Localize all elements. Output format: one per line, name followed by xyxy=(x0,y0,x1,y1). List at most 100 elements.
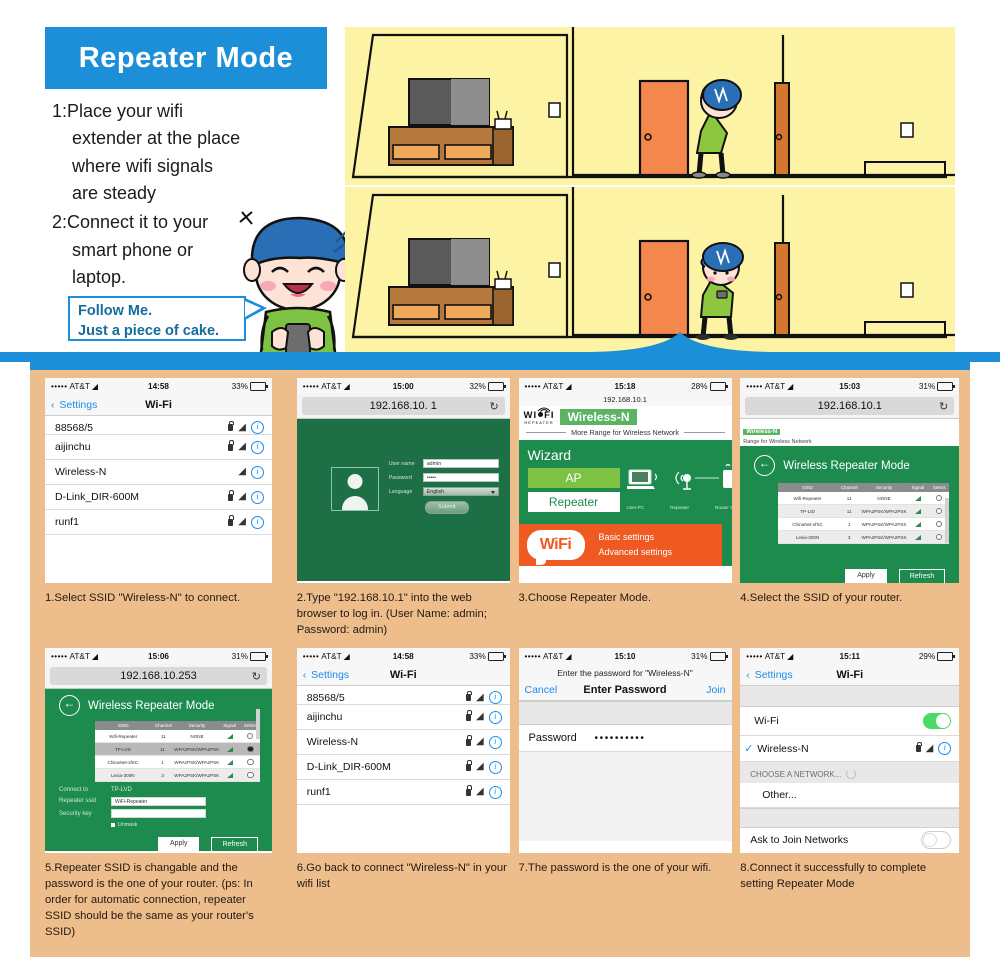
list-item[interactable]: runf1 ◢ i xyxy=(45,510,272,535)
security-key-row: Security key xyxy=(59,809,272,818)
unmask-checkbox-row[interactable]: Unmask xyxy=(111,822,272,828)
password-label: Password xyxy=(528,732,577,744)
table-row[interactable]: ChinaNet-xfSC 1 WPA2PSK/WPA2PSK xyxy=(95,756,260,769)
network-name: runf1 xyxy=(55,516,79,528)
table-row[interactable]: TP-LID 11 WPA2PSK/WPA2PSK xyxy=(778,505,950,518)
language-select[interactable]: English xyxy=(422,487,499,496)
cell-ssid: Lexia-300N xyxy=(111,772,135,778)
table-row[interactable]: Wifi-Repeater 11 NONE xyxy=(778,492,950,505)
browser-url-bar: 192.168.10.1 ↻ xyxy=(740,394,960,419)
info-icon[interactable]: i xyxy=(938,742,952,755)
green-edge-strip xyxy=(721,524,732,566)
unmask-checkbox[interactable] xyxy=(111,822,115,827)
table-row-selected[interactable]: TP-LVD 11 WPA2PSK/WPA2PSK xyxy=(95,743,260,756)
apply-button[interactable]: Apply xyxy=(157,836,200,852)
info-icon[interactable]: i xyxy=(251,515,264,529)
join-button[interactable]: Join xyxy=(706,684,725,696)
info-icon[interactable]: i xyxy=(488,735,502,749)
username-field[interactable]: admin xyxy=(422,459,499,468)
info-icon[interactable]: i xyxy=(488,710,502,724)
password-label: Password xyxy=(388,474,412,481)
advanced-settings-link[interactable]: Advanced settings xyxy=(599,545,673,560)
cell-ssid: ChinaNet-xfSC xyxy=(107,759,139,765)
list-item[interactable]: aijinchu ◢ i xyxy=(45,435,272,460)
battery-icon xyxy=(937,381,956,391)
list-item[interactable]: D-Link_DIR-600M ◢ i xyxy=(45,485,272,510)
info-icon[interactable]: i xyxy=(251,421,264,434)
list-item[interactable]: 88568/5 ◢ i xyxy=(296,686,510,705)
password-field[interactable]: ••••• xyxy=(422,473,499,482)
cell-select[interactable] xyxy=(241,745,260,753)
apply-button[interactable]: Apply xyxy=(845,569,887,583)
connected-network-row[interactable]: ✓ Wireless-N ◢ i xyxy=(740,736,960,762)
cell-select[interactable] xyxy=(241,758,260,766)
phone-screen-4: ••••• AT&T ◢ 15:03 31% 192.168.10.1 ↻ Wi… xyxy=(740,378,960,583)
cell-ssid: TP-LID xyxy=(800,508,815,514)
cell-channel: 11 xyxy=(161,733,166,739)
info-icon[interactable]: i xyxy=(488,691,502,704)
step-caption-3: 3.Choose Repeater Mode. xyxy=(518,592,652,604)
info-icon[interactable]: i xyxy=(488,785,502,799)
ask-to-join-toggle[interactable] xyxy=(921,831,952,849)
reload-icon[interactable]: ↻ xyxy=(252,670,261,683)
reload-icon[interactable]: ↻ xyxy=(490,400,499,413)
url-input[interactable]: 192.168.10.1 ↻ xyxy=(745,397,955,415)
step-1-line-3: where wifi signals xyxy=(72,155,214,176)
page-title: Repeater Mode xyxy=(45,27,327,89)
refresh-button[interactable]: Refresh xyxy=(898,569,946,583)
table-row[interactable]: ChinaNet-xfSC 1 WPA2PSK/WPA2PSK xyxy=(778,518,950,531)
repeater-mode-button[interactable]: Repeater xyxy=(527,492,620,512)
password-input[interactable]: •••••••••• xyxy=(595,733,646,744)
row-icons: ◢ i xyxy=(466,690,502,704)
list-item[interactable]: runf1 ◢ i xyxy=(296,780,510,805)
brand-wifi-text: WI FI xyxy=(523,409,555,421)
nav-bar: ‹ Settings Wi-Fi xyxy=(45,394,272,416)
repeater-ssid-input[interactable]: WiFi-Repeater xyxy=(111,796,206,806)
info-icon[interactable]: i xyxy=(251,490,264,504)
cell-select[interactable] xyxy=(241,771,260,779)
list-item-wireless-n[interactable]: Wireless-N ◢ i xyxy=(296,730,510,755)
list-item-wireless-n[interactable]: Wireless-N ◢ i xyxy=(45,460,272,485)
language-label: Language xyxy=(388,488,413,495)
basic-settings-link[interactable]: Basic settings xyxy=(599,530,673,545)
phone-screen-2: ••••• AT&T ◢ 15:00 32% 192.168.10. 1 ↻ U… xyxy=(296,378,510,583)
table-row[interactable]: Lexia-300N 3 WPA2PSK/WPA2PSK xyxy=(95,769,260,782)
lock-icon xyxy=(466,735,473,746)
wifi-toggle-switch[interactable] xyxy=(923,713,952,729)
table-row[interactable]: Lexia-300N 3 WPA2PSK/WPA2PSK xyxy=(778,531,950,544)
list-item[interactable]: D-Link_DIR-600M ◢ i xyxy=(296,755,510,780)
reload-icon[interactable]: ↻ xyxy=(939,400,948,413)
phone-screen-7: ••••• AT&T ◢ 15:10 31% Enter the passwor… xyxy=(518,648,732,853)
list-item[interactable]: aijinchu ◢ i xyxy=(296,705,510,730)
refresh-button[interactable]: Refresh xyxy=(211,836,258,852)
security-key-input[interactable] xyxy=(111,809,206,818)
wifi-toggle-row[interactable]: Wi-Fi xyxy=(740,707,960,736)
room-illustration-step1 xyxy=(345,27,955,185)
url-input[interactable]: 192.168.10. 1 ↻ xyxy=(301,397,505,415)
info-icon[interactable]: i xyxy=(251,440,264,454)
info-icon[interactable]: i xyxy=(251,465,264,479)
table-row[interactable]: Wifi-Repeater 11 NONE xyxy=(95,730,260,743)
table-scrollbar[interactable] xyxy=(945,498,950,543)
submit-button[interactable]: Submit xyxy=(424,501,469,514)
lock-icon xyxy=(466,710,473,721)
list-item[interactable]: 88568/5 ◢ i xyxy=(45,416,272,435)
info-icon[interactable]: i xyxy=(488,760,502,774)
nav-title: Enter Password xyxy=(583,683,667,696)
other-network-row[interactable]: Other... xyxy=(740,783,960,808)
password-field-row[interactable]: Password •••••••••• xyxy=(518,725,732,752)
nav-title: Wi-Fi xyxy=(836,668,864,681)
back-arrow-icon[interactable] xyxy=(59,694,80,716)
cell-channel: 11 xyxy=(160,746,165,752)
back-arrow-icon[interactable] xyxy=(754,454,776,476)
cell-ssid: ChinaNet-xfSC xyxy=(792,521,823,527)
step-panel-8: ••••• AT&T ◢ 15:11 29% ‹ Settings Wi-Fi xyxy=(740,648,970,940)
ask-to-join-row[interactable]: Ask to Join Networks xyxy=(740,828,959,852)
url-input[interactable]: 192.168.10.253 ↻ xyxy=(50,667,267,685)
nav-title: Wi-Fi xyxy=(145,398,172,411)
step-1-line-2: extender at the place xyxy=(72,128,241,149)
section-gap xyxy=(518,701,732,725)
ap-mode-button[interactable]: AP xyxy=(527,468,620,488)
table-scrollbar[interactable] xyxy=(256,709,260,739)
row-icons: ◢ i xyxy=(228,515,264,529)
